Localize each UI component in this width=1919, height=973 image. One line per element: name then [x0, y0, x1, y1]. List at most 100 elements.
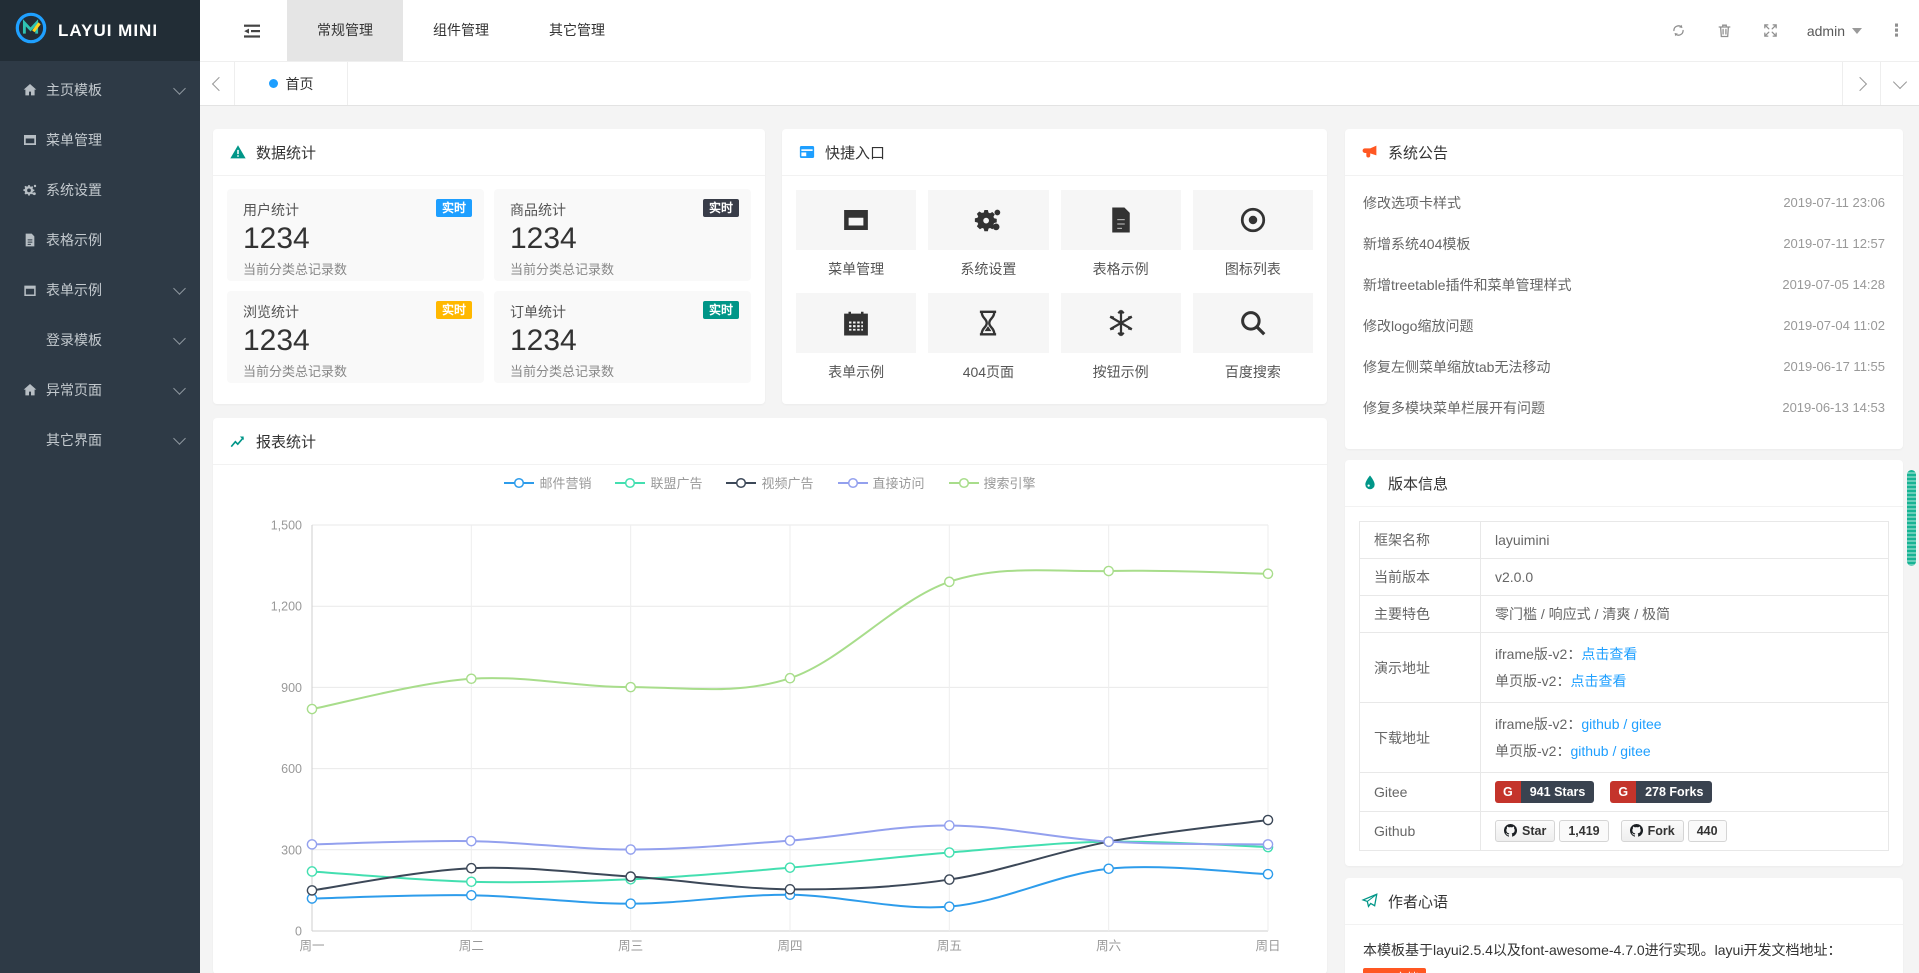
stat-box-2: 商品统计 1234 当前分类总记录数 实时: [494, 189, 751, 281]
chevron-down-icon: [1852, 28, 1862, 34]
snowflake-icon: [22, 432, 46, 448]
window-icon: [22, 132, 46, 148]
report-card-header: 报表统计: [213, 418, 1327, 465]
top-header: 常规管理组件管理其它管理 admin ⋮: [200, 0, 1919, 62]
realtime-badge: 实时: [436, 199, 472, 217]
header-toolbar: admin ⋮: [1669, 0, 1905, 61]
search-icon: [1193, 293, 1313, 353]
chevron-down-icon: [173, 82, 186, 95]
quick-grid: 菜单管理 系统设置 表格示例 图标列表 表单示例 404页面 按钮示例 百度搜索: [782, 176, 1327, 396]
sidebar-item-8[interactable]: 其它界面: [0, 415, 200, 465]
quick-item-7[interactable]: 按钮示例: [1061, 293, 1181, 382]
collapse-sidebar-icon[interactable]: [232, 0, 272, 61]
quick-item-4[interactable]: 图标列表: [1193, 190, 1313, 279]
quick-item-2[interactable]: 系统设置: [928, 190, 1048, 279]
tab-home-label: 首页: [286, 74, 314, 94]
scrollbar-thumb[interactable]: [1907, 470, 1916, 566]
app-window: LAYUI MINI 主页模板 菜单管理 系统设置 表格示例 表单示例 登录模板…: [0, 0, 1919, 973]
dot-circle-icon: [1193, 190, 1313, 250]
legend-item-3[interactable]: 视频广告: [726, 473, 813, 492]
gitee-badge[interactable]: G941 Stars: [1495, 781, 1594, 803]
calendar-icon: [22, 282, 46, 298]
chevron-down-icon: [173, 382, 186, 395]
sidebar-item-7[interactable]: 异常页面: [0, 365, 200, 415]
version-row-7: GithubStar1,419Fork440: [1360, 812, 1889, 851]
tab-home[interactable]: 首页: [235, 62, 348, 105]
sidebar-item-3[interactable]: 系统设置: [0, 165, 200, 215]
link-点击查看[interactable]: 点击查看: [1570, 673, 1626, 689]
link-gitee[interactable]: gitee: [1620, 743, 1650, 759]
sidebar-item-5[interactable]: 表单示例: [0, 265, 200, 315]
username: admin: [1807, 23, 1845, 39]
report-chart: 03006009001,2001,500周一周二周三周四周五周六周日: [230, 496, 1315, 961]
quick-item-3[interactable]: 表格示例: [1061, 190, 1181, 279]
sidebar-item-1[interactable]: 主页模板: [0, 65, 200, 115]
quick-item-6[interactable]: 404页面: [928, 293, 1048, 382]
tabs-scroll-left[interactable]: [200, 62, 235, 105]
svg-text:900: 900: [281, 681, 302, 695]
clear-cache-icon[interactable]: [1715, 21, 1735, 41]
user-menu[interactable]: admin: [1807, 23, 1862, 39]
page-tabbar: 首页: [200, 62, 1919, 106]
file-icon: [22, 232, 46, 248]
snowflake-icon: [1061, 293, 1181, 353]
legend-item-4[interactable]: 直接访问: [838, 473, 925, 492]
version-card-title: 版本信息: [1388, 473, 1448, 494]
logo[interactable]: LAYUI MINI: [0, 0, 200, 61]
nav-tab-2[interactable]: 组件管理: [403, 0, 519, 61]
tabs-menu-toggle[interactable]: [1880, 62, 1919, 105]
realtime-badge: 实时: [436, 301, 472, 319]
link-点击查看[interactable]: 点击查看: [1581, 646, 1637, 662]
link-github[interactable]: github: [1581, 716, 1619, 732]
gears-icon: [22, 182, 46, 198]
more-options-icon[interactable]: ⋮: [1888, 22, 1905, 39]
legend-item-5[interactable]: 搜索引擎: [949, 473, 1036, 492]
hourglass-icon: [928, 293, 1048, 353]
layui-doc-badge[interactable]: layui文档: [1363, 968, 1426, 973]
sidebar-item-6[interactable]: 登录模板: [0, 315, 200, 365]
app-title: LAYUI MINI: [58, 21, 158, 41]
notice-row-1: 修改选项卡样式 2019-07-11 23:06: [1363, 182, 1885, 223]
report-card-title: 报表统计: [256, 431, 316, 452]
octocat-icon: [1504, 824, 1517, 838]
version-row-4: 演示地址iframe版-v2：点击查看单页版-v2：点击查看: [1360, 633, 1889, 703]
logo-icon: [14, 11, 48, 50]
nav-tab-3[interactable]: 其它管理: [519, 0, 635, 61]
author-card-title: 作者心语: [1388, 891, 1448, 912]
active-tab-dot: [269, 79, 278, 88]
legend-item-1[interactable]: 邮件营销: [504, 473, 591, 492]
svg-text:600: 600: [281, 762, 302, 776]
gitee-badge[interactable]: G278 Forks: [1610, 781, 1712, 803]
sidebar-item-2[interactable]: 菜单管理: [0, 115, 200, 165]
quick-item-1[interactable]: 菜单管理: [796, 190, 916, 279]
github-star-widget[interactable]: Star1,419: [1495, 820, 1609, 842]
stats-card: 数据统计 用户统计 1234 当前分类总记录数 实时商品统计 1234 当前分类…: [213, 129, 765, 404]
fullscreen-icon[interactable]: [1761, 21, 1781, 41]
svg-text:周四: 周四: [777, 939, 802, 953]
version-row-6: GiteeG941 StarsG278 Forks: [1360, 773, 1889, 812]
svg-text:周二: 周二: [459, 939, 484, 953]
gitee-icon: G: [1495, 781, 1521, 803]
nav-tab-1[interactable]: 常规管理: [287, 0, 403, 61]
notice-card-title: 系统公告: [1388, 142, 1448, 163]
notice-list: 修改选项卡样式 2019-07-11 23:06新增系统404模板 2019-0…: [1345, 176, 1903, 434]
legend-item-2[interactable]: 联盟广告: [615, 473, 702, 492]
quick-entry-card: 快捷入口 菜单管理 系统设置 表格示例 图标列表 表单示例 404页面 按钮示例…: [782, 129, 1327, 404]
svg-text:周六: 周六: [1096, 939, 1121, 953]
link-gitee[interactable]: gitee: [1631, 716, 1661, 732]
notice-row-2: 新增系统404模板 2019-07-11 12:57: [1363, 223, 1885, 264]
refresh-icon[interactable]: [1669, 21, 1689, 41]
svg-text:周三: 周三: [618, 939, 643, 953]
svg-text:300: 300: [281, 843, 302, 857]
github-fork-widget[interactable]: Fork440: [1621, 820, 1727, 842]
author-line1: 本模板基于layui2.5.4以及font-awesome-4.7.0进行实现。…: [1363, 942, 1841, 958]
sidebar-item-4[interactable]: 表格示例: [0, 215, 200, 265]
link-github[interactable]: github: [1570, 743, 1608, 759]
tabs-scroll-right[interactable]: [1842, 62, 1881, 105]
quick-item-5[interactable]: 表单示例: [796, 293, 916, 382]
quick-item-8[interactable]: 百度搜索: [1193, 293, 1313, 382]
gears-icon: [928, 190, 1048, 250]
svg-text:1,500: 1,500: [271, 519, 302, 533]
stat-box-4: 订单统计 1234 当前分类总记录数 实时: [494, 291, 751, 383]
version-table-wrap: 框架名称layuimini当前版本v2.0.0主要特色零门槛 / 响应式 / 清…: [1345, 507, 1903, 865]
